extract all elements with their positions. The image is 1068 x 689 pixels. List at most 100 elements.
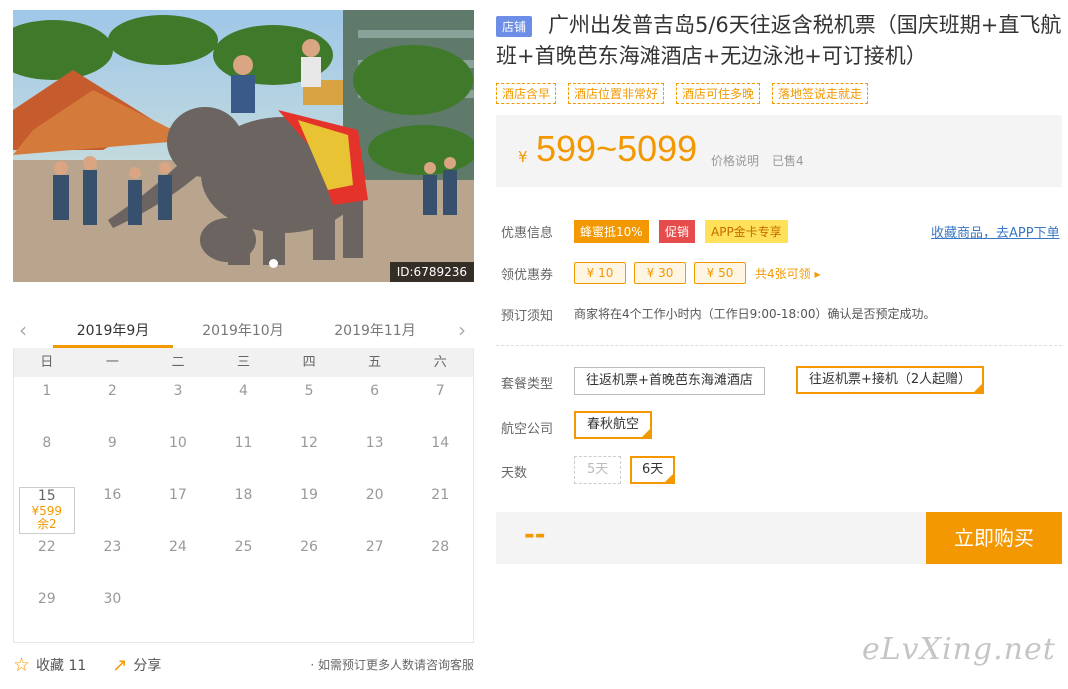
calendar-day-number: 18 (234, 487, 253, 503)
calendar-day: 23 (80, 535, 146, 587)
feature-tag: 落地签说走就走 (772, 83, 869, 104)
calendar-month-nav: ‹ 2019年9月 2019年10月 2019年11月 › (13, 312, 474, 348)
coupon-50[interactable]: ¥ 50 (694, 262, 746, 284)
calendar-day-number: 11 (234, 435, 253, 451)
calendar-day-price: ¥599 (31, 504, 63, 518)
calendar-day: 17 (145, 483, 211, 535)
buy-bar: -- 立即购买 (496, 512, 1062, 564)
calendar-day-number: 21 (431, 487, 450, 503)
calendar-day: 10 (145, 431, 211, 483)
calendar-day: 6 (342, 379, 408, 431)
calendar-day: 18 (211, 483, 277, 535)
more-coupons-link[interactable]: 共4张可领 ▸ (755, 265, 820, 282)
calendar-day-number: 24 (169, 539, 187, 555)
product-photo[interactable]: ID:6789236 (13, 10, 474, 282)
buy-now-button[interactable]: 立即购买 (926, 512, 1062, 564)
feature-tags: 酒店含早 酒店位置非常好 酒店可住多晚 落地签说走就走 (496, 83, 869, 104)
promo-badge-app[interactable]: APP金卡专享 (705, 220, 788, 243)
calendar-day-number: 2 (107, 383, 117, 399)
store-badge[interactable]: 店铺 (496, 16, 533, 37)
total-price: -- (524, 520, 546, 550)
collect-go-app-link[interactable]: 收藏商品，去APP下单 (931, 222, 1060, 241)
calendar-day-number: 1 (42, 383, 52, 399)
weekday-label: 日 (40, 355, 54, 370)
tab-month-sep[interactable]: 2019年9月 (53, 320, 173, 348)
promo-badge-honey[interactable]: 蜂蜜抵10% (574, 220, 649, 243)
product-title: 广州出发普吉岛5/6天往返含税机票（国庆班期+直飞航班+首晚芭东海滩酒店+无边泳… (496, 13, 1062, 68)
calendar-day-number: 23 (103, 539, 122, 555)
calendar-day-number: 7 (435, 383, 445, 399)
calendar-day: 19 (276, 483, 342, 535)
weekday-label: 五 (368, 355, 382, 370)
feature-tag: 酒店位置非常好 (568, 83, 665, 104)
calendar-day-stock: 余2 (36, 517, 57, 531)
package-option-hotel[interactable]: 往返机票+首晚芭东海滩酒店 (574, 367, 765, 395)
consult-note: · 如需预订更多人数请咨询客服 (310, 658, 474, 672)
calendar-day[interactable]: 15 ¥599 余2 (19, 487, 75, 534)
calendar-day-number: 14 (431, 435, 450, 451)
share-icon[interactable]: ↗ (112, 655, 127, 676)
calendar-day: 22 (14, 535, 80, 587)
calendar-day-number: 30 (103, 591, 122, 607)
calendar-day-number: 9 (107, 435, 117, 451)
calendar-day: 27 (342, 535, 408, 587)
calendar-day: 24 (145, 535, 211, 587)
coupon-10[interactable]: ¥ 10 (574, 262, 626, 284)
booking-notice-text: 商家将在4个工作小时内（工作日9:00-18:00）确认是否预定成功。 (574, 307, 936, 321)
days-option-6[interactable]: 6天 (630, 456, 676, 484)
days-label: 天数 (501, 466, 528, 481)
weekday-label: 一 (105, 355, 119, 370)
days-option-5[interactable]: 5天 (574, 456, 622, 484)
calendar-day: 21 (407, 483, 473, 535)
calendar-day: 1 (14, 379, 80, 431)
currency-symbol: ¥ (518, 148, 528, 166)
weekday-label: 四 (302, 355, 316, 370)
airline-option-spring[interactable]: 春秋航空 (574, 411, 653, 439)
coupon-label: 领优惠券 (501, 268, 554, 283)
product-actions: ☆ 收藏 11 ↗ 分享 (13, 654, 161, 676)
calendar-day: 28 (407, 535, 473, 587)
calendar-day: 30 (80, 587, 146, 639)
calendar-day-number: 12 (300, 435, 318, 451)
calendar-day-number: 19 (300, 487, 318, 503)
calendar-day: 7 (407, 379, 473, 431)
calendar-day-number: 10 (169, 435, 187, 451)
calendar-day: 9 (80, 431, 146, 483)
image-id-label: ID:6789236 (389, 262, 474, 282)
share-button[interactable]: 分享 (133, 655, 161, 675)
package-type-label: 套餐类型 (501, 377, 554, 392)
calendar-day-number: 8 (42, 435, 52, 451)
calendar-day-number: 5 (304, 383, 314, 399)
calendar-day: 25 (211, 535, 277, 587)
elephant-photo-image (13, 10, 474, 282)
divider (496, 345, 1062, 346)
calendar-day-number: 27 (365, 539, 384, 555)
sold-count: 已售4 (772, 154, 804, 168)
coupon-30[interactable]: ¥ 30 (634, 262, 686, 284)
calendar-day: 13 (342, 431, 408, 483)
tab-month-nov[interactable]: 2019年11月 (315, 320, 435, 340)
calendar-day: 11 (211, 431, 277, 483)
calendar-day-number: 25 (234, 539, 253, 555)
chevron-left-icon[interactable]: ‹ (19, 318, 27, 342)
calendar-day: 3 (145, 379, 211, 431)
calendar-day-number: 4 (239, 383, 248, 399)
price-description-link[interactable]: 价格说明 (711, 152, 759, 169)
watermark-logo: eLvXing.net (862, 632, 1056, 667)
feature-tag: 酒店可住多晚 (676, 83, 761, 104)
collect-button[interactable]: 收藏 11 (36, 655, 86, 675)
promo-badge-sale[interactable]: 促销 (659, 220, 696, 243)
calendar-day-number: 22 (37, 539, 56, 555)
calendar-day: 5 (276, 379, 342, 431)
star-icon[interactable]: ☆ (13, 654, 30, 676)
chevron-right-icon[interactable]: › (458, 318, 466, 342)
airline-label: 航空公司 (501, 422, 554, 437)
carousel-dot[interactable] (269, 259, 278, 268)
package-option-pickup[interactable]: 往返机票+接机（2人起赠） (796, 366, 985, 394)
weekday-label: 六 (433, 355, 447, 370)
tab-month-oct[interactable]: 2019年10月 (183, 320, 303, 340)
calendar-day-number: 6 (370, 383, 380, 399)
booking-notice-label: 预订须知 (501, 309, 554, 324)
price-range: 599~5099 (536, 128, 698, 169)
calendar-day-number: 26 (300, 539, 318, 555)
